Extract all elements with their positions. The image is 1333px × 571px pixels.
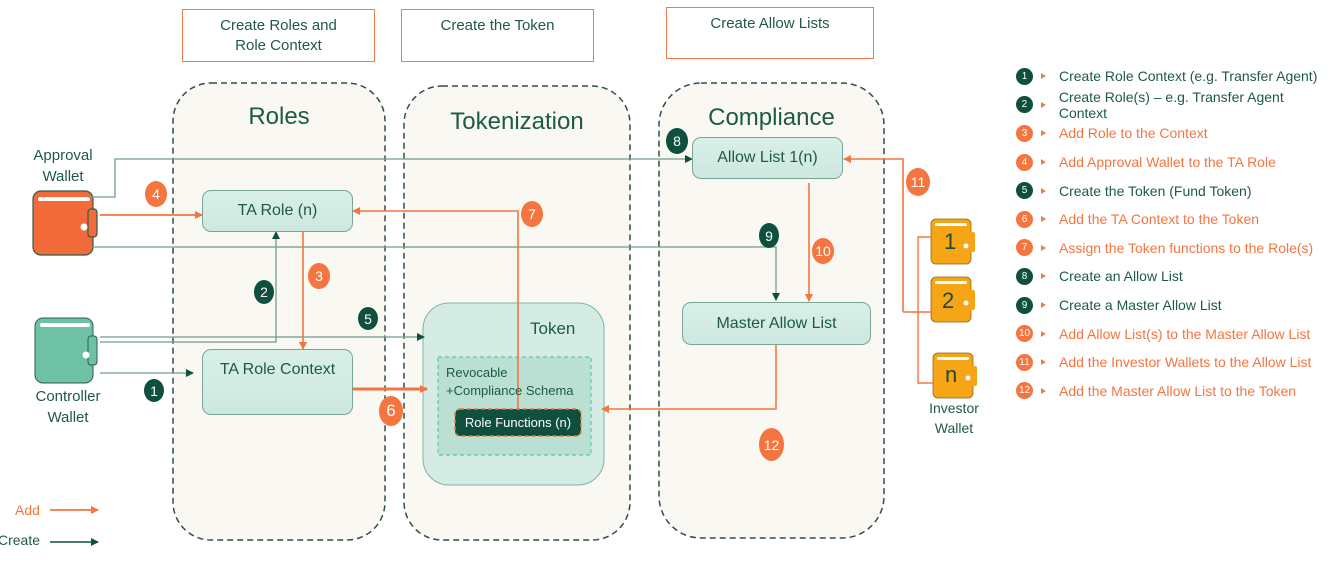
key-create-label: Create [0,532,41,548]
bullet-arrow-icon [1041,216,1046,223]
step-item: 3 Add Role to the Context [1016,119,1333,148]
approval-wallet-label-1: Approval [33,147,93,164]
badge-9: 9 [759,223,779,248]
bullet-arrow-icon [1041,359,1046,366]
approval-wallet-icon [32,190,98,256]
badge-2: 2 [254,280,274,304]
step-number-badge: 1 [1016,67,1033,85]
investor-wallet-1-number: 1 [944,229,957,254]
step-text: Create an Allow List [1059,268,1183,285]
step-item: 8 Create an Allow List [1016,262,1333,291]
step-text: Create Role(s) – e.g. Transfer Agent Con… [1058,88,1284,121]
bullet-arrow-icon [1041,187,1046,194]
controller-wallet-label-2: Wallet [47,409,89,426]
phase-box-token: Create the Token [401,9,594,62]
zone-roles [172,82,386,541]
badge-11: 11 [906,168,930,196]
step-text: Add Approval Wallet to the TA Role [1059,154,1276,171]
bullet-arrow-icon [1041,330,1046,337]
zone-title-compliance: Compliance [708,104,835,131]
ta-role-node[interactable]: TA Role (n) [202,190,353,232]
step-item: 1 Create Role Context (e.g. Transfer Agen… [1016,62,1333,91]
step-item: 7 Assign the Token functions to the Role(… [1016,234,1333,263]
step-number-badge: 12 [1016,382,1033,400]
approval-wallet-label-2: Wallet [42,168,84,185]
master-allow-list-node[interactable]: Master Allow List [682,302,871,345]
token-label: Token [530,319,576,338]
phase-box-allow-lists: Create Allow Lists [666,7,874,59]
step-number-badge: 5 [1016,182,1033,200]
step-item: 5 Create the Token (Fund Token) [1016,176,1333,205]
step-text: Add the TA Context to the Token [1059,211,1260,228]
phase-box-roles: Create Roles and Role Context [182,9,375,62]
investor-wallet-2-number: 2 [942,288,955,313]
phase-label: Create the Token [440,17,555,34]
badge-5: 5 [358,307,378,330]
schema-label-line2: +Compliance Schema [446,383,574,398]
badge-4: 4 [145,181,167,207]
step-text: Create a Master Allow List [1059,297,1222,314]
zone-title-roles: Roles [248,103,310,130]
step-text: Add Allow List(s) to the Master Allow Li… [1059,325,1311,342]
step-number-badge: 9 [1016,296,1033,314]
phase-label: Create Allow Lists [710,15,830,32]
step-text: Create Role Context (e.g. Transfer Agent… [1059,68,1318,85]
step-number-badge: 3 [1016,124,1033,142]
step-number-badge: 8 [1016,267,1033,285]
step-item: 10 Add Allow List(s) to the Master Allow … [1016,319,1333,348]
badge-10: 10 [812,238,834,264]
step-item: 9 Create a Master Allow List [1016,291,1333,320]
key-add-label: Add [15,502,40,518]
step-text: Add the Master Allow List to the Token [1059,382,1297,399]
step-item: 4 Add Approval Wallet to the TA Role [1016,148,1333,177]
step-number-badge: 10 [1016,325,1033,343]
bullet-arrow-icon [1041,273,1046,280]
step-text: Assign the Token functions to the Role(s… [1059,239,1314,256]
step-number-badge: 11 [1016,353,1033,371]
step-item: 6 Add the TA Context to the Token [1016,205,1333,234]
step-number-badge: 4 [1016,153,1033,171]
role-functions-label[interactable]: Role Functions (n) [455,412,581,433]
controller-wallet-icon [34,317,98,384]
step-item: 12 Add the Master Allow List to the Token [1016,377,1333,406]
bullet-arrow-icon [1041,159,1046,166]
step-number-badge: 7 [1016,239,1033,257]
ta-role-context-node[interactable]: TA Role Context [202,349,353,415]
badge-8: 8 [666,128,688,154]
investor-wallet-n-number: n [945,362,958,387]
bullet-arrow-icon [1041,244,1046,251]
bullet-arrow-icon [1041,302,1046,309]
step-item: 2 Create Role(s) – e.g. Transfer Agent Co… [1016,88,1333,121]
step-text: Add Role to the Context [1059,125,1208,142]
phase-label: Create Roles and Role Context [220,17,337,54]
zone-title-tokenization: Tokenization [450,108,584,135]
bullet-arrow-icon [1041,130,1046,137]
investor-wallet-label-2: Wallet [934,420,974,436]
step-text: Create the Token (Fund Token) [1059,182,1252,199]
badge-6: 6 [379,396,403,426]
bullet-arrow-icon [1040,101,1046,108]
allow-list-node[interactable]: Allow List 1(n) [692,137,843,179]
step-text: Add the Investor Wallets to the Allow Li… [1059,354,1312,371]
bullet-arrow-icon [1041,387,1046,394]
badge-12: 12 [759,428,784,461]
badge-3: 3 [308,263,330,289]
step-item: 11 Add the Investor Wallets to the Allow … [1016,348,1333,377]
bullet-arrow-icon [1041,73,1046,80]
step-legend: 1 Create Role Context (e.g. Transfer Agen… [1016,62,1333,405]
badge-1: 1 [144,379,164,402]
step-number-badge: 2 [1016,96,1033,114]
badge-7: 7 [521,201,543,227]
step-number-badge: 6 [1016,210,1033,228]
controller-wallet-label-1: Controller [35,388,101,405]
investor-wallet-label-1: Investor [929,400,979,416]
